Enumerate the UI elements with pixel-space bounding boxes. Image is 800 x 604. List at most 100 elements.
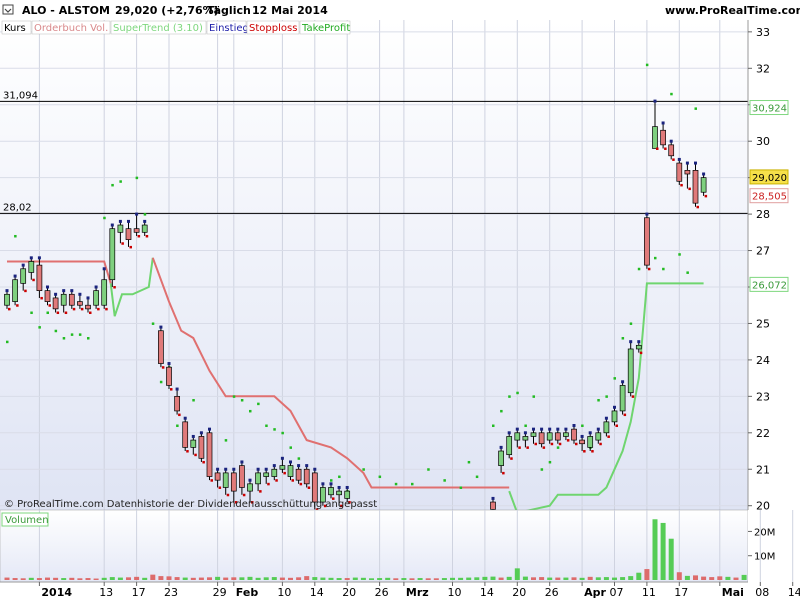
candle[interactable] bbox=[12, 274, 19, 307]
candle-body bbox=[668, 144, 675, 157]
candle-body bbox=[109, 228, 116, 281]
y-tick-label: 30 bbox=[756, 135, 770, 148]
entry-marker bbox=[232, 467, 236, 471]
entry-marker bbox=[564, 427, 568, 431]
candle-body bbox=[563, 432, 569, 437]
volume-bar bbox=[28, 577, 34, 580]
stoploss-marker bbox=[64, 311, 68, 315]
candle-body bbox=[52, 297, 59, 310]
candle-body bbox=[4, 293, 10, 306]
entry-marker bbox=[629, 340, 633, 344]
stock-chart[interactable]: ALO - ALSTOM 29,020 (+2,76%) Täglich 12 … bbox=[0, 0, 800, 600]
date-label: 12 Mai 2014 bbox=[252, 4, 328, 17]
entry-marker bbox=[264, 467, 268, 471]
candle-body bbox=[595, 432, 602, 441]
candle[interactable] bbox=[158, 325, 165, 369]
takeprofit-dot bbox=[257, 402, 260, 406]
candle[interactable] bbox=[619, 380, 627, 417]
candle[interactable] bbox=[109, 223, 116, 289]
volume-bar bbox=[344, 578, 350, 580]
takeprofit-dot bbox=[605, 395, 608, 398]
stoploss-marker bbox=[542, 446, 546, 449]
volume-bar bbox=[385, 577, 391, 580]
stoploss-marker bbox=[307, 486, 311, 489]
expand-icon[interactable] bbox=[2, 4, 14, 15]
candle[interactable] bbox=[206, 427, 213, 482]
stoploss-marker bbox=[639, 351, 643, 355]
entry-marker bbox=[167, 362, 171, 366]
stoploss-marker bbox=[72, 307, 76, 311]
candle-body bbox=[255, 472, 261, 485]
site-label[interactable]: www.ProRealTime.com bbox=[665, 4, 800, 17]
x-tick-label: Feb bbox=[236, 586, 259, 599]
stoploss-marker bbox=[664, 147, 667, 150]
stoploss-marker bbox=[267, 482, 270, 486]
takeprofit-dot bbox=[135, 176, 139, 180]
takeprofit-dot bbox=[467, 460, 471, 464]
takeprofit-dot bbox=[192, 398, 195, 402]
x-tick-label: 26 bbox=[375, 586, 389, 599]
x-tick-label: 10 bbox=[448, 586, 462, 599]
entry-marker bbox=[653, 99, 657, 103]
volume-bar bbox=[61, 578, 67, 580]
volume-bar bbox=[652, 519, 658, 580]
entry-marker bbox=[515, 427, 519, 431]
candle[interactable] bbox=[182, 416, 189, 453]
y-tick-label: 23 bbox=[756, 390, 770, 403]
takeprofit-dot bbox=[556, 446, 560, 449]
volume-panel[interactable] bbox=[0, 509, 749, 583]
volume-bar bbox=[328, 577, 334, 580]
entry-marker bbox=[637, 340, 641, 344]
candle-body bbox=[182, 421, 189, 448]
legend: Kurs Orderbuch Vol. SuperTrend (3.10) Einst… bbox=[1, 20, 350, 35]
stoploss-marker bbox=[607, 435, 610, 438]
volume-bar bbox=[142, 577, 148, 580]
entry-marker bbox=[588, 431, 592, 435]
volume-bar bbox=[45, 577, 50, 580]
candle-body bbox=[498, 450, 504, 466]
volume-bar bbox=[360, 577, 366, 580]
candle-body bbox=[230, 472, 237, 492]
entry-marker bbox=[13, 274, 17, 278]
stoploss-marker bbox=[299, 482, 303, 486]
volume-bar bbox=[288, 577, 293, 580]
instrument-title: ALO - ALSTOM bbox=[22, 4, 110, 17]
volume-bar bbox=[539, 577, 545, 580]
entry-marker bbox=[337, 485, 341, 489]
candle-body bbox=[538, 432, 545, 445]
takeprofit-dot bbox=[532, 395, 535, 398]
candle-body bbox=[133, 228, 140, 233]
entry-marker bbox=[499, 445, 503, 449]
volume-bar bbox=[255, 577, 261, 580]
x-tick-label: 11 bbox=[642, 586, 656, 599]
stoploss-marker bbox=[672, 158, 675, 161]
volume-bar bbox=[36, 578, 42, 580]
y-tick-label: 21 bbox=[756, 463, 770, 476]
entry-marker bbox=[70, 289, 74, 293]
candle[interactable] bbox=[627, 340, 635, 398]
x-tick-label: 2014 bbox=[41, 586, 72, 599]
y-tick-label: 25 bbox=[756, 317, 770, 330]
candle-body bbox=[12, 279, 18, 302]
price-change: 29,020 (+2,76%) bbox=[115, 4, 219, 17]
entry-marker bbox=[191, 434, 195, 438]
candle-body bbox=[117, 224, 124, 233]
volume-bar bbox=[215, 576, 221, 580]
volume-bar bbox=[231, 577, 237, 580]
stoploss-marker bbox=[145, 234, 149, 238]
price-tag-label: 26,072 bbox=[752, 280, 787, 291]
takeprofit-dot bbox=[111, 183, 114, 187]
candle-body bbox=[530, 432, 537, 437]
entry-marker bbox=[199, 431, 203, 435]
volume-bar bbox=[336, 578, 342, 580]
candle[interactable] bbox=[198, 431, 205, 464]
takeprofit-dot bbox=[500, 409, 503, 413]
volume-bar bbox=[117, 577, 123, 580]
volume-bar bbox=[304, 576, 310, 580]
candle[interactable] bbox=[644, 212, 651, 271]
stoploss-marker bbox=[161, 366, 165, 369]
volume-bar bbox=[409, 578, 415, 580]
stoploss-marker bbox=[534, 442, 537, 446]
price-tag-label: 30,924 bbox=[752, 104, 787, 115]
volume-bar bbox=[490, 576, 496, 580]
